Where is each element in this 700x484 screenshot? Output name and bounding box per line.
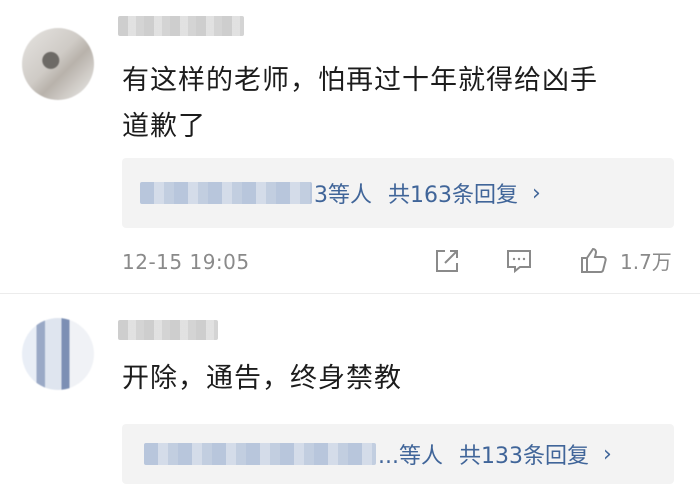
reply-names-blurred <box>140 182 312 204</box>
comment-text: 有这样的老师，怕再过十年就得给凶手 道歉了 <box>122 58 598 150</box>
reply-count-link[interactable]: 共163条回复 <box>388 177 518 209</box>
comment-text-line: 道歉了 <box>122 111 206 142</box>
comment-text-line: 有这样的老师，怕再过十年就得给凶手 <box>122 65 598 96</box>
chevron-right-icon: › <box>532 180 541 206</box>
username-blurred[interactable] <box>118 16 244 36</box>
reply-users-suffix: ...等人 <box>378 444 443 469</box>
comment-item: 有这样的老师，怕再过十年就得给凶手 道歉了 3等人 共163条回复 › 12-1… <box>0 0 700 290</box>
reply-button[interactable] <box>504 246 534 276</box>
replies-preview[interactable]: ...等人 共133条回复 › <box>122 424 674 484</box>
chevron-right-icon: › <box>602 441 612 467</box>
username-blurred[interactable] <box>118 320 218 340</box>
comment-timestamp: 12-15 19:05 <box>122 250 250 274</box>
comment-text-line: 开除，通告，终身禁教 <box>122 363 402 394</box>
reply-users-suffix: 3等人 <box>314 183 372 208</box>
like-button[interactable]: 1.7万 <box>578 244 672 276</box>
replies-preview[interactable]: 3等人 共163条回复 › <box>122 158 674 228</box>
like-icon <box>581 247 607 273</box>
avatar[interactable] <box>22 318 94 390</box>
reply-names-blurred <box>144 443 376 465</box>
comment-text: 开除，通告，终身禁教 <box>122 356 402 402</box>
comment-icon <box>507 250 531 274</box>
share-icon <box>436 250 458 272</box>
reply-count-link[interactable]: 共133条回复 <box>459 438 589 470</box>
like-count: 1.7万 <box>620 249 672 274</box>
avatar[interactable] <box>22 28 94 100</box>
comment-item: 开除，通告，终身禁教 ...等人 共133条回复 › <box>0 294 700 484</box>
share-button[interactable] <box>432 246 462 276</box>
